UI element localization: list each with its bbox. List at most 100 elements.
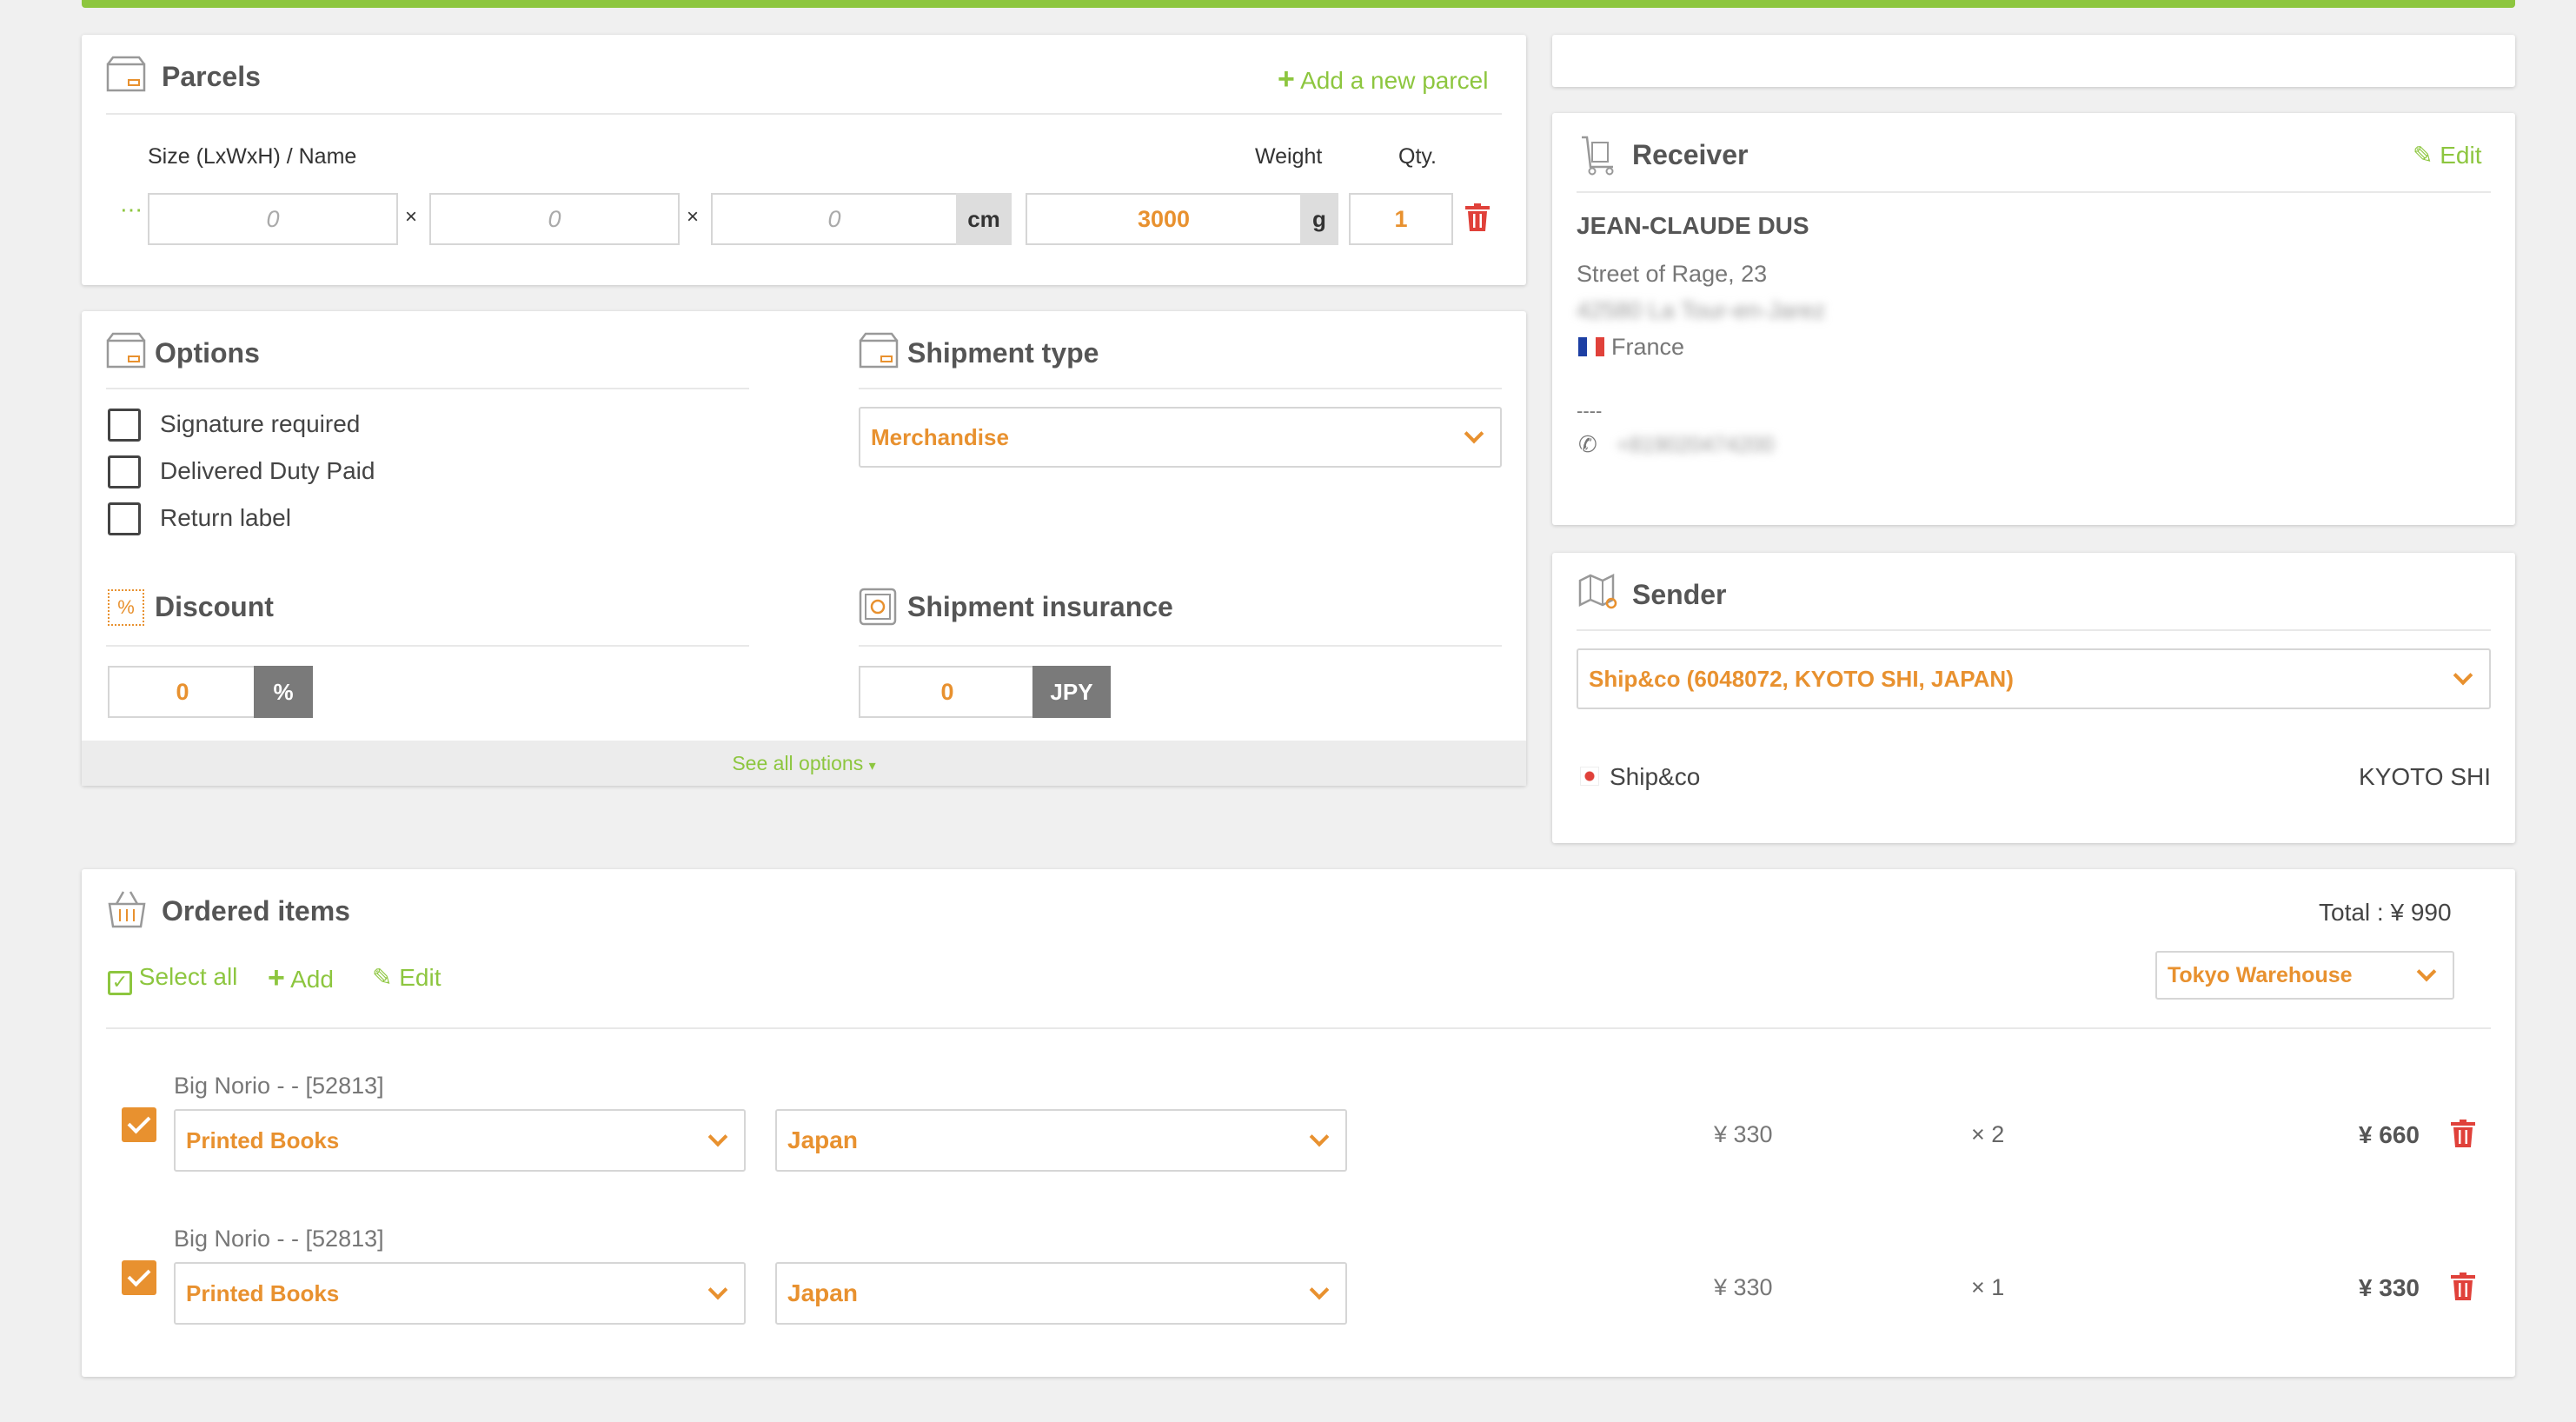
see-all-options-bar[interactable]: See all options ▾ [82,741,1526,786]
sender-city: KYOTO SHI [2359,763,2491,790]
parcels-divider [106,113,1502,115]
order-total: Total : ¥ 990 [2319,899,2452,926]
add-item-label: Add [290,966,334,993]
weight-unit: g [1300,193,1338,245]
item-price: ¥ 330 [1714,1274,1773,1300]
box-icon [106,332,146,369]
edit-items-button[interactable]: ✎ Edit [372,963,442,992]
item-checkbox[interactable] [122,1107,156,1142]
item-total: ¥ 330 [2358,1274,2420,1301]
insurance-currency: JPY [1032,666,1111,718]
chevron-down-icon [707,1126,728,1147]
shipment-type-select[interactable]: Merchandise [859,407,1502,468]
receiver-name: JEAN-CLAUDE DUS [1577,212,1809,239]
item-origin-select[interactable]: Japan [775,1109,1347,1172]
discount-title: Discount [155,591,274,622]
basket-icon [108,891,146,928]
add-parcel-label: Add a new parcel [1300,67,1489,94]
trolley-icon [1582,136,1614,176]
receiver-edit-button[interactable]: ✎ Edit [2413,141,2482,169]
width-input[interactable]: 0 [429,193,680,245]
trash-icon[interactable] [2451,1272,2475,1300]
delivered-duty-paid-checkbox[interactable] [108,455,141,488]
drag-handle[interactable]: ⋯ [120,196,143,223]
weight-column-header: Weight [1255,144,1323,169]
insurance-input[interactable]: 0 [859,666,1034,718]
warehouse-select[interactable]: Tokyo Warehouse [2155,951,2454,1000]
plus-icon: + [268,961,285,994]
weight-input[interactable]: 3000 [1026,193,1300,245]
length-input[interactable]: 0 [148,193,398,245]
receiver-separator: ---- [1577,400,1603,422]
ordered-items-divider [106,1027,2491,1029]
chevron-down-icon [2453,665,2473,686]
shipment-type-title: Shipment type [907,337,1099,369]
item-origin-value: Japan [787,1279,858,1306]
item-origin-select[interactable]: Japan [775,1262,1347,1325]
add-item-button[interactable]: + Add [268,961,334,995]
chevron-down-icon [707,1279,728,1300]
select-all-button[interactable]: ✓ Select all [108,963,237,995]
see-all-options-label: See all options [732,752,864,774]
select-all-label: Select all [138,963,238,990]
sender-divider [1577,629,2491,631]
sender-select-value: Ship&co (6048072, KYOTO SHI, JAPAN) [1589,666,2014,692]
options-panel: Options Signature required Delivered Dut… [82,311,1526,786]
insurance-title: Shipment insurance [907,591,1173,622]
receiver-phone: +819020474200 [1617,433,1775,457]
checkbox-icon: ✓ [108,971,132,995]
discount-icon: % [108,589,144,626]
safe-icon [859,588,897,626]
phone-icon: ✆ [1578,431,1597,457]
insurance-divider [859,645,1502,647]
pencil-icon: ✎ [2413,142,2433,169]
item-category-select[interactable]: Printed Books [174,1109,746,1172]
sender-name: Ship&co [1610,763,1701,790]
item-price: ¥ 330 [1714,1121,1773,1147]
receiver-title: Receiver [1632,139,1749,170]
parcels-panel: Parcels + Add a new parcel Size (LxWxH) … [82,35,1526,285]
item-checkbox[interactable] [122,1260,156,1295]
ordered-items-panel: Ordered items Total : ¥ 990 ✓ Select all… [82,869,2515,1377]
discount-divider [106,645,749,647]
receiver-divider [1577,191,2491,193]
options-divider [106,388,749,389]
shipment-type-value: Merchandise [871,424,1009,450]
item-category-select[interactable]: Printed Books [174,1262,746,1325]
sender-panel: Sender Ship&co (6048072, KYOTO SHI, JAPA… [1552,553,2515,843]
edit-items-label: Edit [399,964,442,991]
add-parcel-button[interactable]: + Add a new parcel [1278,63,1488,96]
empty-panel [1552,35,2515,87]
qty-column-header: Qty. [1398,144,1437,169]
receiver-edit-label: Edit [2440,142,2482,169]
chevron-down-icon [1309,1126,1330,1147]
item-origin-value: Japan [787,1126,858,1153]
receiver-panel: Receiver ✎ Edit JEAN-CLAUDE DUS Street o… [1552,113,2515,525]
receiver-street: Street of Rage, 23 [1577,261,1768,287]
signature-required-checkbox[interactable] [108,409,141,442]
times-sign-2: × [687,205,700,229]
sender-select[interactable]: Ship&co (6048072, KYOTO SHI, JAPAN) [1577,648,2491,709]
item-qty: × 1 [1971,1274,2005,1300]
return-label-label: Return label [160,504,291,531]
parcels-title: Parcels [162,61,261,92]
flag-fr-icon [1578,337,1604,356]
box-icon [106,56,146,92]
receiver-country: France [1611,334,1685,360]
trash-icon[interactable] [1465,203,1490,231]
chevron-down-icon [1309,1279,1330,1300]
height-input[interactable]: 0 [711,193,956,245]
qty-input[interactable]: 1 [1349,193,1453,245]
receiver-city: 42580 La Tour-en-Jarez [1577,297,1826,323]
size-unit: cm [956,193,1012,245]
chevron-down-icon [2416,961,2437,982]
discount-input[interactable]: 0 [108,666,256,718]
shipment-type-divider [859,388,1502,389]
item-category-value: Printed Books [186,1127,340,1153]
map-icon [1578,574,1617,609]
plus-icon: + [1278,63,1295,96]
item-category-value: Printed Books [186,1280,340,1306]
item-name: Big Norio - - [52813] [174,1226,384,1252]
return-label-checkbox[interactable] [108,502,141,535]
trash-icon[interactable] [2451,1120,2475,1147]
